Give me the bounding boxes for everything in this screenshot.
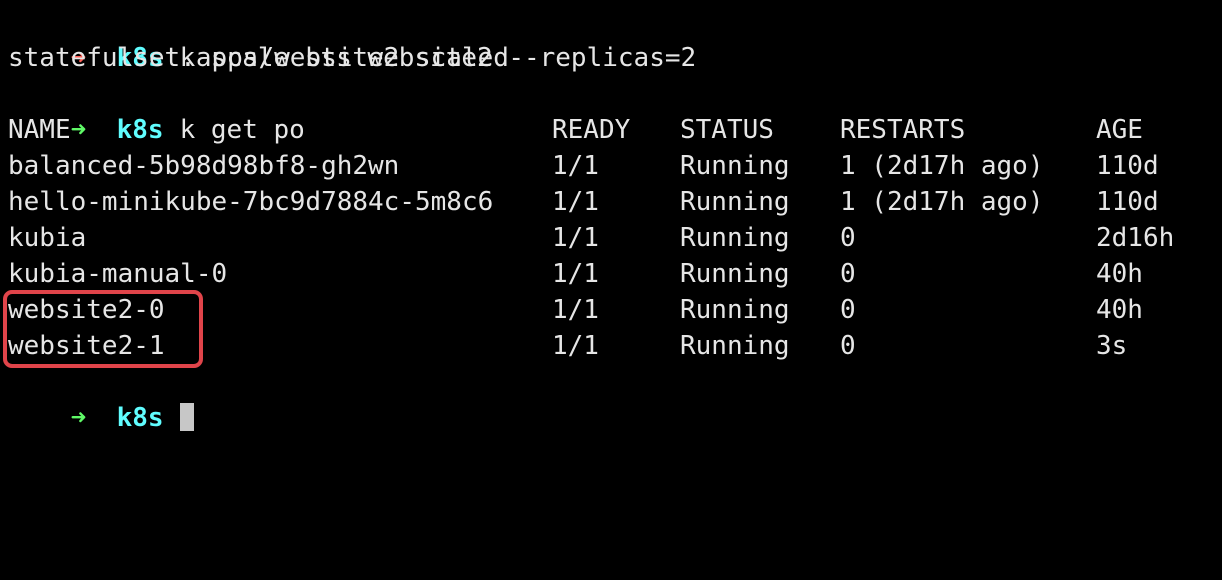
pod-restarts: 0 — [840, 295, 856, 325]
pod-status: Running — [680, 151, 790, 181]
header-ready: READY — [552, 115, 631, 145]
command-line-scale: ➜ k8s k scale sts website2 --replicas=2 — [8, 4, 697, 73]
command-output: statefulset.apps/website2 scaled — [8, 43, 509, 73]
pod-restarts: 1 (2d17h ago) — [840, 187, 1044, 217]
table-row: kubia 1/1 Running 0 2d16h — [8, 220, 1214, 256]
header-status: STATUS — [680, 115, 774, 145]
prompt-arrow-icon: ➜ — [70, 403, 87, 433]
pod-ready: 1/1 — [552, 223, 599, 253]
table-header: NAME READY STATUS RESTARTS AGE — [8, 112, 1214, 148]
pod-age: 40h — [1096, 259, 1143, 289]
pod-ready: 1/1 — [552, 295, 599, 325]
pod-age: 110d — [1096, 187, 1159, 217]
pod-restarts: 0 — [840, 259, 856, 289]
table-row: balanced-5b98d98bf8-gh2wn 1/1 Running 1 … — [8, 148, 1214, 184]
pod-age: 2d16h — [1096, 223, 1175, 253]
pod-ready: 1/1 — [552, 151, 599, 181]
text-cursor — [179, 402, 194, 431]
pod-name: balanced-5b98d98bf8-gh2wn — [8, 151, 400, 181]
highlight-box — [3, 290, 203, 368]
pod-status: Running — [680, 259, 790, 289]
prompt-directory: k8s — [116, 403, 164, 433]
pod-ready: 1/1 — [552, 331, 599, 361]
pod-name: kubia-manual-0 — [8, 259, 228, 289]
pod-age: 110d — [1096, 151, 1159, 181]
table-row: hello-minikube-7bc9d7884c-5m8c6 1/1 Runn… — [8, 184, 1214, 220]
pod-restarts: 0 — [840, 331, 856, 361]
pod-name: kubia — [8, 223, 87, 253]
pod-status: Running — [680, 331, 790, 361]
pod-restarts: 1 (2d17h ago) — [840, 151, 1044, 181]
header-restarts: RESTARTS — [840, 115, 966, 145]
pod-age: 40h — [1096, 295, 1143, 325]
header-age: AGE — [1096, 115, 1143, 145]
pod-name: hello-minikube-7bc9d7884c-5m8c6 — [8, 187, 494, 217]
header-name: NAME — [8, 115, 71, 145]
pod-age: 3s — [1096, 331, 1128, 361]
current-prompt[interactable]: ➜ k8s — [8, 364, 194, 433]
terminal-window[interactable]: ➜ k8s k scale sts website2 --replicas=2 st… — [3, 0, 1214, 433]
command-line-get-po: ➜ k8s k get po — [8, 76, 305, 145]
pod-status: Running — [680, 187, 790, 217]
pod-restarts: 0 — [840, 223, 856, 253]
pod-status: Running — [680, 295, 790, 325]
table-row: kubia-manual-0 1/1 Running 0 40h — [8, 256, 1214, 292]
pod-status: Running — [680, 223, 790, 253]
pod-ready: 1/1 — [552, 187, 599, 217]
pod-ready: 1/1 — [552, 259, 599, 289]
